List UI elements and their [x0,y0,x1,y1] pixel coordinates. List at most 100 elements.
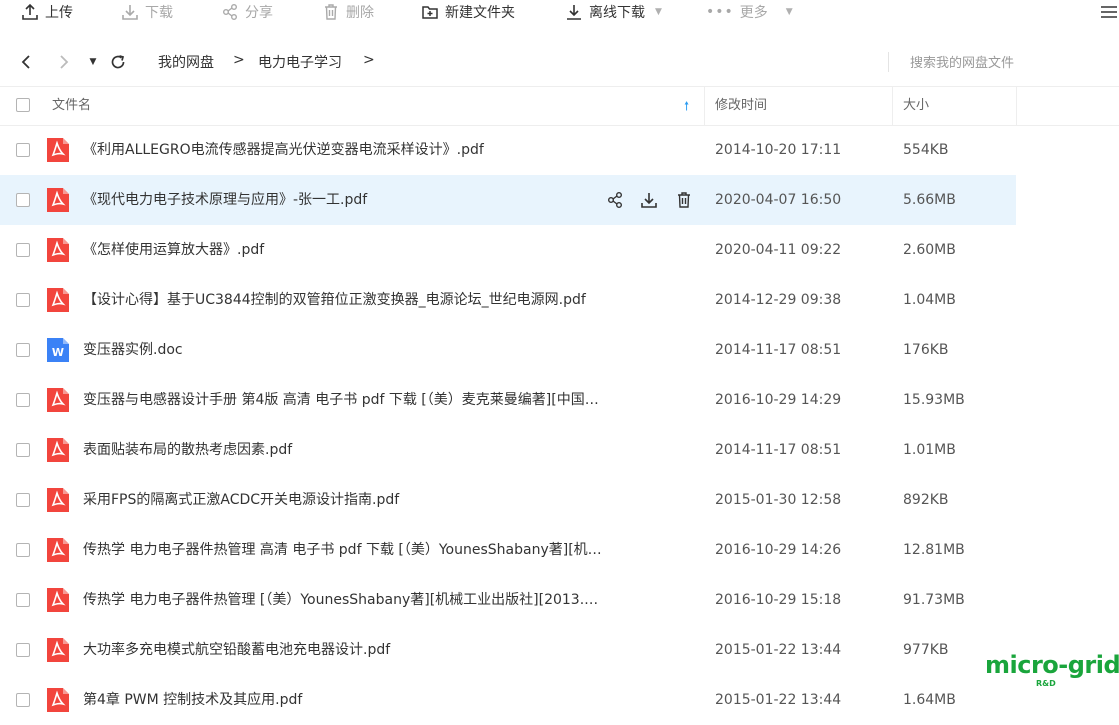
file-row[interactable]: 《怎样使用运算放大器》.pdf 2020-04-11 09:22 2.60MB [0,225,1016,275]
column-divider [704,87,705,125]
file-modified-time: 2016-10-29 15:18 [715,592,842,608]
file-modified-time: 2016-10-29 14:29 [715,392,842,408]
file-row[interactable]: 传热学 电力电子器件热管理 [（美）YounesShabany著][机械工业出版… [0,575,1016,625]
file-name[interactable]: 传热学 电力电子器件热管理 高清 电子书 pdf 下载 [（美）YounesSh… [83,525,603,575]
row-checkbox[interactable] [16,693,30,707]
file-row[interactable]: 第4章 PWM 控制技术及其应用.pdf 2015-01-22 13:44 1.… [0,675,1016,725]
new-folder-icon [422,6,438,19]
row-checkbox[interactable] [16,243,30,257]
pdf-file-icon [47,388,69,412]
upload-button[interactable]: 上传 [21,0,73,24]
file-modified-time: 2014-11-17 08:51 [715,442,842,458]
new-folder-label: 新建文件夹 [445,5,515,21]
file-size: 12.81MB [903,542,965,558]
row-checkbox[interactable] [16,343,30,357]
svg-text:W: W [52,346,64,359]
file-name[interactable]: 《现代电力电子技术原理与应用》-张一工.pdf [83,175,583,225]
row-checkbox[interactable] [16,493,30,507]
chevron-right-icon [60,55,69,69]
delete-button[interactable]: 删除 [322,0,374,24]
file-name[interactable]: 第4章 PWM 控制技术及其应用.pdf [83,675,603,725]
file-row[interactable]: 【设计心得】基于UC3844控制的双管箝位正激变换器_电源论坛_世纪电源网.pd… [0,275,1016,325]
pdf-file-icon [47,438,69,462]
file-row[interactable]: 《现代电力电子技术原理与应用》-张一工.pdf 2020-04-07 16:50… [0,175,1016,225]
history-dropdown[interactable]: ▼ [86,52,100,72]
view-mode-button[interactable] [1100,0,1118,24]
file-row[interactable]: W 变压器实例.doc 2014-11-17 08:51 176KB [0,325,1016,375]
row-checkbox[interactable] [16,643,30,657]
row-delete-icon[interactable] [673,189,695,211]
row-download-icon[interactable] [638,189,660,211]
list-view-icon [1101,6,1117,18]
chevron-down-icon[interactable]: ▼ [655,7,662,17]
file-row[interactable]: 表面贴装布局的散热考虑因素.pdf 2014-11-17 08:51 1.01M… [0,425,1016,475]
file-name[interactable]: 表面贴装布局的散热考虑因素.pdf [83,425,603,475]
chevron-down-icon: ▼ [785,7,793,17]
file-name[interactable]: 变压器与电感器设计手册 第4版 高清 电子书 pdf 下载 [（美）麦克莱曼编著… [83,375,603,425]
file-name[interactable]: 变压器实例.doc [83,325,603,375]
file-row[interactable]: 传热学 电力电子器件热管理 高清 电子书 pdf 下载 [（美）YounesSh… [0,525,1016,575]
more-dots-icon: ••• [706,4,734,20]
select-all-checkbox[interactable] [16,98,30,112]
row-checkbox[interactable] [16,393,30,407]
file-modified-time: 2020-04-11 09:22 [715,242,842,258]
file-size: 892KB [903,492,949,508]
download-button[interactable]: 下载 [121,0,173,24]
search-divider [888,52,889,72]
row-checkbox[interactable] [16,543,30,557]
upload-label: 上传 [45,5,73,21]
refresh-button[interactable] [108,52,128,72]
row-checkbox[interactable] [16,193,30,207]
trash-icon [325,4,337,20]
file-modified-time: 2014-11-17 08:51 [715,342,842,358]
forward-button[interactable] [56,52,72,72]
file-size: 176KB [903,342,949,358]
refresh-icon [111,55,125,69]
offline-download-icon [567,5,581,20]
file-name[interactable]: 传热学 电力电子器件热管理 [（美）YounesShabany著][机械工业出版… [83,575,603,625]
column-header-name[interactable]: 文件名 [52,87,91,125]
file-size: 977KB [903,642,949,658]
breadcrumb-current[interactable]: 电力电子学习 [258,52,342,72]
row-share-icon[interactable] [604,189,626,211]
delete-label: 删除 [346,5,374,21]
share-button[interactable]: 分享 [221,0,273,24]
new-folder-button[interactable]: 新建文件夹 [421,0,515,24]
row-checkbox[interactable] [16,443,30,457]
row-checkbox[interactable] [16,143,30,157]
pdf-file-icon [47,538,69,562]
column-header-size[interactable]: 大小 [903,87,929,125]
file-size: 5.66MB [903,192,956,208]
file-name[interactable]: 大功率多充电模式航空铅酸蓄电池充电器设计.pdf [83,625,603,675]
offline-download-button[interactable]: 离线下载 ▼ [565,0,662,24]
file-name[interactable]: 采用FPS的隔离式正激ACDC开关电源设计指南.pdf [83,475,603,525]
more-button[interactable]: ••• 更多 ▼ [706,0,793,24]
chevron-left-icon [21,55,30,69]
sort-ascending-icon[interactable]: 🠕 [684,87,689,125]
file-row[interactable]: 大功率多充电模式航空铅酸蓄电池充电器设计.pdf 2015-01-22 13:4… [0,625,1016,675]
download-label: 下载 [145,5,173,21]
breadcrumb-separator: > [233,52,245,68]
breadcrumb-root[interactable]: 我的网盘 [158,52,214,72]
pdf-file-icon [47,138,69,162]
more-label: 更多 [739,5,768,21]
row-checkbox[interactable] [16,293,30,307]
share-label: 分享 [245,5,273,21]
file-row[interactable]: 《利用ALLEGRO电流传感器提高光伏逆变器电流采样设计》.pdf 2014-1… [0,125,1016,175]
row-checkbox[interactable] [16,593,30,607]
file-row[interactable]: 采用FPS的隔离式正激ACDC开关电源设计指南.pdf 2015-01-30 1… [0,475,1016,525]
file-name[interactable]: 《怎样使用运算放大器》.pdf [83,225,603,275]
back-button[interactable] [18,52,34,72]
search-input[interactable] [900,49,1119,77]
column-header-modified[interactable]: 修改时间 [715,87,767,125]
file-row[interactable]: 变压器与电感器设计手册 第4版 高清 电子书 pdf 下载 [（美）麦克莱曼编著… [0,375,1016,425]
file-size: 1.04MB [903,292,956,308]
pdf-file-icon [47,588,69,612]
watermark-text: micro-grid [985,651,1119,679]
file-name[interactable]: 【设计心得】基于UC3844控制的双管箝位正激变换器_电源论坛_世纪电源网.pd… [83,275,603,325]
toolbar: 上传 下载 分享 删除 新建文件夹 离线下载 ▼ ••• 更多 ▼ [0,0,1119,24]
file-name[interactable]: 《利用ALLEGRO电流传感器提高光伏逆变器电流采样设计》.pdf [83,125,603,175]
upload-icon [22,3,38,20]
breadcrumb-separator: > [363,52,375,68]
file-modified-time: 2015-01-22 13:44 [715,642,842,658]
